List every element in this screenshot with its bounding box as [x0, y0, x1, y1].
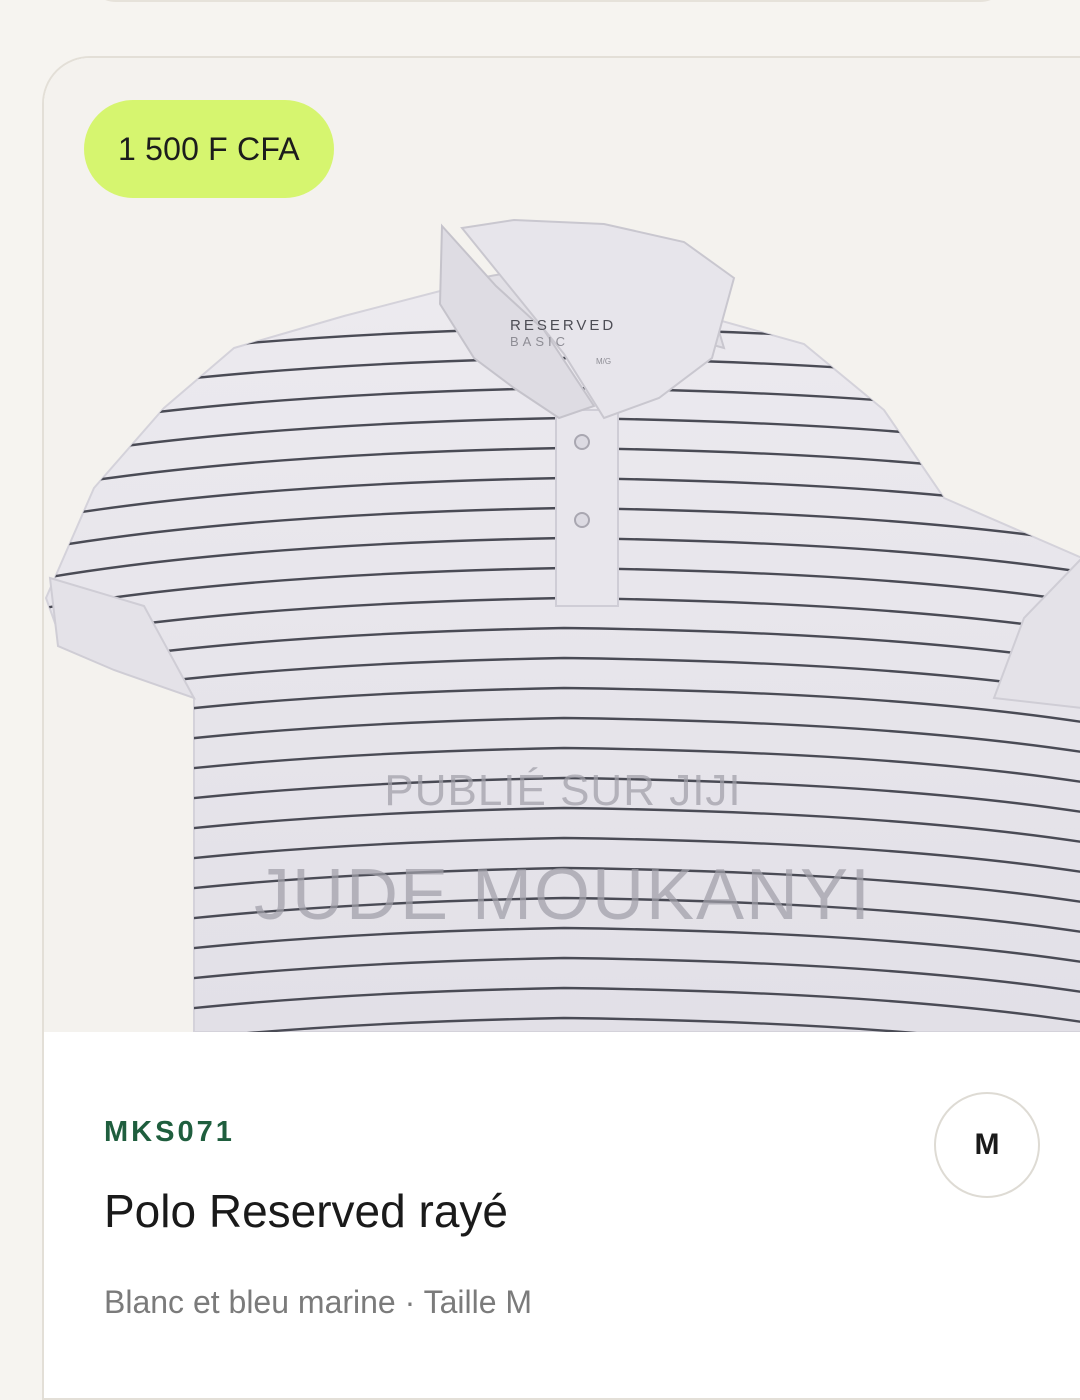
- label-brand: RESERVED: [510, 317, 616, 334]
- listing-subtitle: Blanc et bleu marine · Taille M: [104, 1284, 533, 1320]
- label-size: M/G: [596, 357, 611, 366]
- price-badge: 1 500 F CFA: [84, 100, 334, 198]
- listing-title[interactable]: Polo Reserved rayé: [104, 1184, 508, 1238]
- listing-info: MKS071 Polo Reserved rayé Blanc et bleu …: [44, 1032, 1080, 1398]
- polo-shirt-image: RESERVED BASIC M/G: [44, 218, 1080, 1032]
- button-bottom: [574, 512, 590, 528]
- button-top: [574, 434, 590, 450]
- sku-code: MKS071: [104, 1116, 235, 1148]
- size-badge[interactable]: M: [934, 1092, 1040, 1198]
- listing-card[interactable]: RESERVED BASIC M/G 1 500 F CFA PUBLIÉ SU…: [42, 56, 1080, 1400]
- product-photo[interactable]: RESERVED BASIC M/G 1 500 F CFA PUBLIÉ SU…: [44, 58, 1080, 1032]
- label-line2: BASIC: [510, 334, 569, 349]
- previous-listing-card-edge[interactable]: [86, 0, 1010, 2]
